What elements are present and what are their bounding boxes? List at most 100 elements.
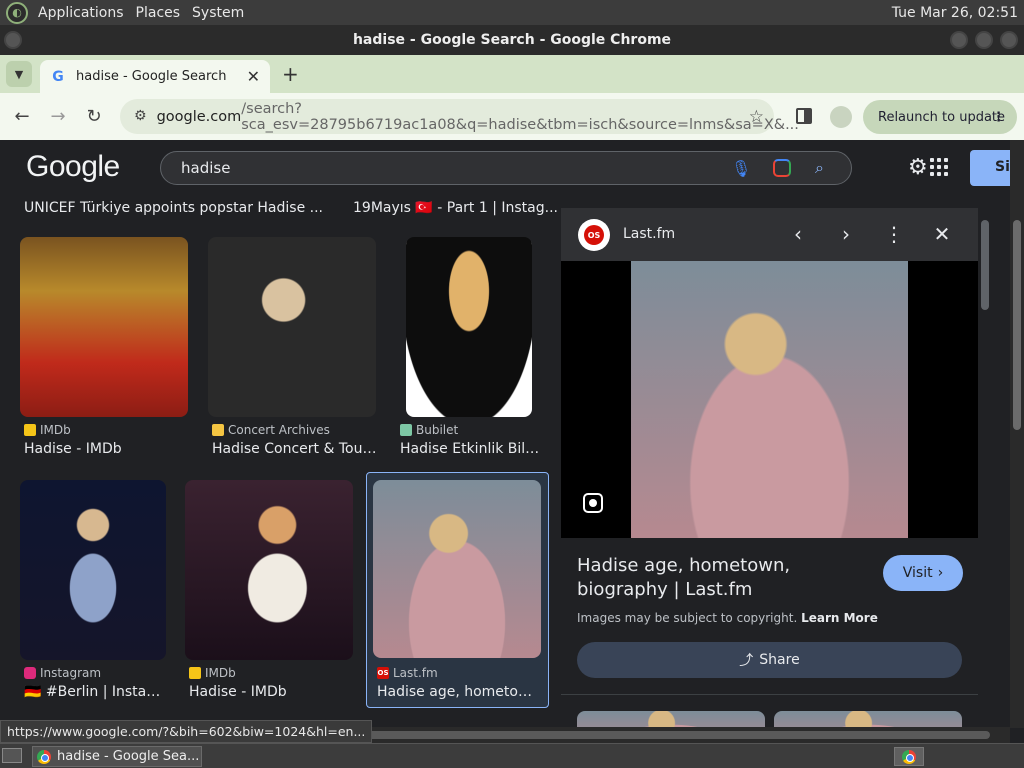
profile-avatar[interactable] <box>830 106 852 128</box>
result-source[interactable]: IMDb <box>189 666 236 680</box>
panel-title[interactable]: Hadise age, hometown, biography | Last.f… <box>577 554 877 602</box>
result-image[interactable] <box>20 480 166 660</box>
result-source[interactable]: IMDb <box>24 423 71 437</box>
url-path: /search?sca_esv=28795b6719ac1a08&q=hadis… <box>241 100 799 133</box>
relaunch-label: Relaunch to update <box>878 109 1006 125</box>
clock[interactable]: Tue Mar 26, 02:51 <box>892 5 1024 21</box>
result-title[interactable]: Hadise - IMDb <box>24 441 192 457</box>
related-image[interactable] <box>577 711 765 727</box>
chevron-left-icon[interactable]: ‹ <box>786 222 810 246</box>
more-vert-icon[interactable]: ⋮ <box>992 110 1005 125</box>
result-caption[interactable]: UNICEF Türkiye appoints popstar Hadise .… <box>24 200 323 216</box>
lastfm-logo-icon[interactable]: OS <box>578 219 610 251</box>
taskbar-item-label: hadise - Google Sea... <box>57 749 200 764</box>
divider <box>561 694 978 695</box>
tab-search-button[interactable]: ▼ <box>6 61 32 87</box>
close-icon[interactable]: ✕ <box>930 222 954 246</box>
result-source[interactable]: Bubilet <box>400 423 458 437</box>
result-title[interactable]: Hadise Etkinlik Bilet... <box>400 441 540 457</box>
image-results-grid: UNICEF Türkiye appoints popstar Hadise .… <box>0 192 558 727</box>
chevron-right-icon[interactable]: › <box>834 222 858 246</box>
address-bar[interactable]: ⚙ google.com/search?sca_esv=28795b6719ac… <box>120 99 799 134</box>
menu-applications[interactable]: Applications <box>32 5 130 21</box>
copyright-text: Images may be subject to copyright. <box>577 611 798 625</box>
result-title[interactable]: Hadise - IMDb <box>189 684 354 700</box>
close-window-button[interactable] <box>1000 31 1018 49</box>
related-image[interactable] <box>774 711 962 727</box>
chevron-down-icon: ▼ <box>14 67 24 81</box>
page-scrollbar[interactable] <box>1010 140 1024 728</box>
menu-places[interactable]: Places <box>130 5 187 21</box>
result-title[interactable]: Hadise age, hometown,... <box>377 684 537 700</box>
more-options-icon[interactable]: ⋮ <box>882 222 906 246</box>
menu-system[interactable]: System <box>186 5 250 21</box>
result-source[interactable]: OS Last.fm <box>377 666 438 680</box>
result-source-label: Instagram <box>40 666 102 680</box>
minimize-button[interactable] <box>950 31 968 49</box>
panel-scrollbar[interactable] <box>978 208 992 727</box>
result-source[interactable]: Concert Archives <box>212 423 330 437</box>
result-source-label: IMDb <box>205 666 236 680</box>
search-input[interactable]: hadise 🎙 ⌕ <box>160 151 852 185</box>
relaunch-button[interactable]: Relaunch to update ⋮ <box>863 100 1017 134</box>
result-image[interactable] <box>208 237 376 417</box>
result-image[interactable] <box>406 237 532 417</box>
lastfm-favicon-icon: OS <box>377 667 389 679</box>
window-menu-button[interactable] <box>4 31 22 49</box>
google-lens-icon[interactable] <box>773 159 791 177</box>
maximize-button[interactable] <box>975 31 993 49</box>
os-taskbar: hadise - Google Sea... <box>0 743 1024 768</box>
panel-site-name[interactable]: Last.fm <box>623 226 675 242</box>
result-image[interactable] <box>185 480 353 660</box>
result-source-label: Bubilet <box>416 423 459 437</box>
status-bubble: https://www.google.com/?&bih=602&biw=102… <box>0 720 373 743</box>
result-image[interactable] <box>20 237 188 417</box>
settings-gear-icon[interactable]: ⚙ <box>908 155 928 180</box>
show-desktop-icon[interactable] <box>2 748 22 763</box>
tab-close-icon[interactable]: ✕ <box>247 67 260 86</box>
copyright-notice: Images may be subject to copyright. Lear… <box>577 611 878 625</box>
bookmark-star-icon[interactable]: ☆ <box>749 107 764 127</box>
imdb-favicon-icon <box>189 667 201 679</box>
back-arrow-icon[interactable]: ← <box>4 106 40 127</box>
result-source-label: IMDb <box>40 423 71 437</box>
result-source-label: Last.fm <box>393 666 438 680</box>
imdb-favicon-icon <box>24 424 36 436</box>
google-header: Google hadise 🎙 ⌕ ⚙ Si <box>0 140 1020 192</box>
mic-icon[interactable]: 🎙 <box>731 159 751 178</box>
forward-arrow-icon[interactable]: → <box>40 106 76 127</box>
result-image[interactable] <box>373 480 541 658</box>
visit-label: Visit <box>902 565 933 581</box>
share-label: Share <box>759 652 800 668</box>
apps-grid-icon[interactable] <box>930 158 948 176</box>
lens-search-icon[interactable] <box>583 493 603 513</box>
learn-more-link[interactable]: Learn More <box>801 611 878 625</box>
chevron-right-icon: › <box>937 565 944 581</box>
window-title: hadise - Google Search - Google Chrome <box>352 32 672 48</box>
tray-chrome-icon[interactable] <box>894 747 924 766</box>
instagram-favicon-icon <box>24 667 36 679</box>
result-title[interactable]: 🇩🇪 #Berlin | Instagr... <box>24 684 166 700</box>
result-caption[interactable]: 19Mayıs 🇹🇷 - Part 1 | Instag... <box>353 200 558 216</box>
os-logo-icon[interactable]: ◐ <box>6 1 28 24</box>
panel-header: OS Last.fm ‹ › ⋮ ✕ <box>561 208 978 261</box>
lastfm-logo-text: OS <box>584 225 604 245</box>
tab-active[interactable]: G hadise - Google Search ✕ <box>40 60 270 93</box>
tab-title: hadise - Google Search <box>76 69 227 84</box>
panel-preview-image[interactable] <box>631 261 908 538</box>
result-source[interactable]: Instagram <box>24 666 101 680</box>
taskbar-chrome-window[interactable]: hadise - Google Sea... <box>32 746 202 767</box>
google-logo[interactable]: Google <box>26 150 120 184</box>
search-icon[interactable]: ⌕ <box>815 158 824 178</box>
url-host: google.com <box>156 108 242 125</box>
share-icon: ⤴ <box>739 653 754 669</box>
reload-icon[interactable]: ↻ <box>76 106 112 127</box>
search-query: hadise <box>181 159 231 177</box>
result-title[interactable]: Hadise Concert & Tour ... <box>212 441 377 457</box>
site-info-icon[interactable]: ⚙ <box>134 108 147 126</box>
panel-image-area <box>561 261 978 538</box>
visit-button[interactable]: Visit › <box>883 555 963 591</box>
new-tab-button[interactable]: + <box>282 62 299 86</box>
side-panel-icon[interactable] <box>796 108 812 124</box>
share-button[interactable]: ⤴ Share <box>577 642 962 678</box>
